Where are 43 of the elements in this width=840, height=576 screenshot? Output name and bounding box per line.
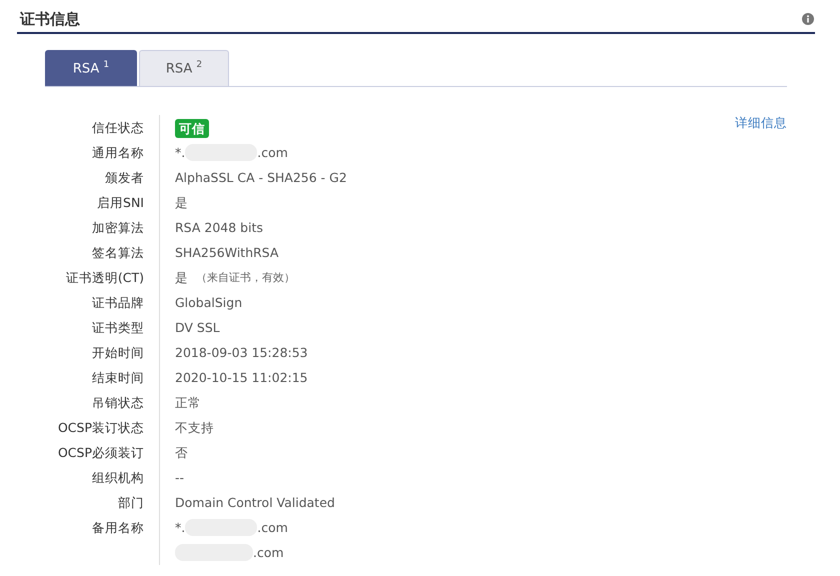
field-label: 证书品牌 (91, 294, 145, 312)
info-icon[interactable] (802, 13, 814, 25)
field-label: OCSP装订状态 (56, 419, 145, 437)
section-title: 证书信息 (20, 10, 80, 28)
field-value: RSA 2048 bits (175, 219, 264, 237)
field-value: -- (175, 469, 186, 487)
field-label: 部门 (117, 494, 145, 512)
field-value: SHA256WithRSA (175, 244, 280, 262)
field-value: 不支持 (175, 419, 215, 437)
field-value: 是 (175, 269, 188, 287)
field-label: 签名算法 (91, 244, 145, 262)
details-link[interactable]: 详细信息 (735, 115, 787, 132)
field-label: 开始时间 (91, 344, 145, 362)
field-value: 2018-09-03 15:28:53 (175, 344, 309, 362)
field-value: .com (257, 144, 288, 162)
field-label: 组织机构 (91, 469, 145, 487)
field-label: 加密算法 (91, 219, 145, 237)
field-value: 2020-10-15 11:02:15 (175, 369, 309, 387)
status-badge: 可信 (175, 118, 209, 138)
field-value: .com (257, 519, 288, 537)
field-label: 信任状态 (91, 119, 145, 137)
field-value: Domain Control Validated (175, 494, 336, 512)
field-label: 证书透明(CT) (64, 269, 145, 287)
field-value: 否 (175, 444, 189, 462)
field-label: 吊销状态 (91, 394, 145, 412)
field-label: 结束时间 (91, 369, 145, 387)
tab[interactable]: RSA $^{1}$ (45, 50, 137, 86)
field-note: （来自证书，有效） (196, 270, 295, 285)
field-label: 启用SNI (96, 194, 145, 212)
tab[interactable]: RSA $^{2}$ (139, 50, 229, 86)
field-value: DV SSL (175, 319, 221, 337)
field-value: .com (253, 544, 284, 562)
field-label: 证书类型 (91, 319, 145, 337)
field-label: 通用名称 (91, 144, 145, 162)
field-value: *. (175, 144, 186, 162)
field-value: GlobalSign (175, 294, 244, 312)
field-value: 是 (175, 194, 189, 212)
field-value: *. (175, 519, 186, 537)
field-label: 颁发者 (104, 169, 145, 187)
field-label: OCSP必须装订 (56, 444, 145, 462)
field-label: 备用名称 (91, 519, 145, 537)
field-value: AlphaSSL CA - SHA256 - G2 (175, 169, 347, 187)
field-value: 正常 (175, 394, 202, 412)
